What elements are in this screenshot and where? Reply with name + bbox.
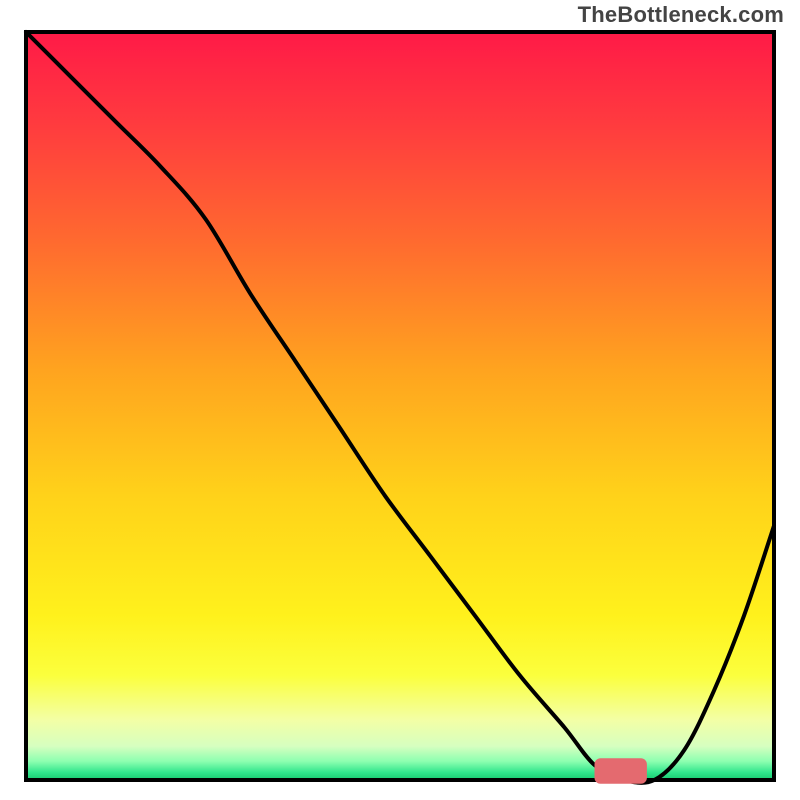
bottleneck-chart — [12, 26, 788, 796]
watermark-text: TheBottleneck.com — [578, 2, 784, 28]
chart-container: TheBottleneck.com — [0, 0, 800, 800]
optimal-marker — [595, 758, 647, 783]
